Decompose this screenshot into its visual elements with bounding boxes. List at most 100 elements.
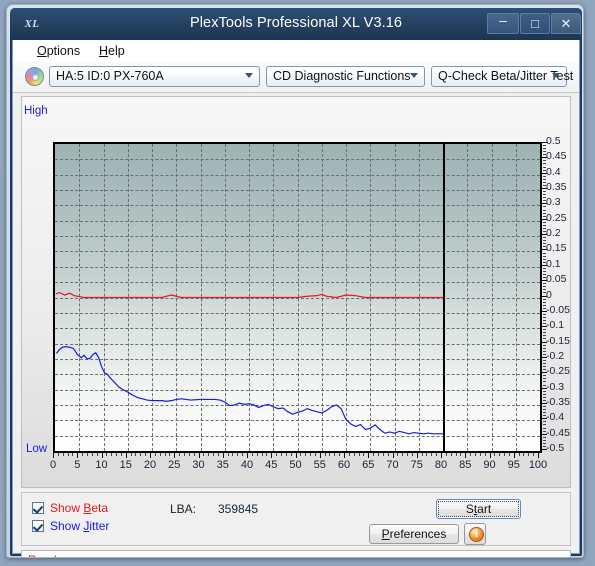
- y-tick-minor: [543, 209, 546, 211]
- minimize-button[interactable]: –: [487, 12, 519, 34]
- x-tick-minor: [373, 453, 375, 456]
- x-tick-label: 35: [216, 459, 229, 471]
- status-text: Ready: [28, 553, 63, 557]
- preferences-button[interactable]: Preferences: [369, 524, 459, 544]
- y-tick-minor: [543, 430, 546, 432]
- y-tick-label: -0.05: [546, 303, 570, 316]
- drive-select[interactable]: HA:5 ID:0 PX-760A: [49, 66, 260, 87]
- x-tick-minor: [261, 453, 263, 456]
- toolbar: HA:5 ID:0 PX-760A CD Diagnostic Function…: [13, 62, 579, 93]
- x-tick-label: 85: [459, 459, 472, 471]
- y-tick-minor: [543, 267, 546, 269]
- x-tick-minor: [203, 453, 205, 456]
- y-tick-minor: [543, 399, 546, 401]
- y-tick-minor: [543, 178, 546, 180]
- menu-item-options[interactable]: Options: [29, 43, 88, 59]
- close-button[interactable]: ✕: [551, 13, 581, 34]
- x-tick-minor: [436, 453, 438, 456]
- x-tick-minor: [237, 453, 239, 456]
- x-tick-mark: [295, 453, 297, 458]
- x-tick-mark: [174, 453, 176, 458]
- test-select[interactable]: Q-Check Beta/Jitter Test: [431, 66, 573, 87]
- x-tick-mark: [125, 453, 127, 458]
- show-jitter-checkbox[interactable]: [32, 520, 44, 532]
- x-tick-minor: [494, 453, 496, 456]
- minimize-icon: –: [499, 12, 507, 28]
- x-tick-minor: [67, 453, 69, 456]
- status-bar: Ready: [21, 550, 571, 557]
- y-tick-minor: [543, 424, 546, 426]
- x-tick-minor: [169, 453, 171, 456]
- info-button[interactable]: i: [464, 523, 486, 545]
- x-tick-minor: [305, 453, 307, 456]
- y-tick-minor: [543, 439, 546, 441]
- chart-panel: High Low 0.5 0.45 0.4 0.35 0.3 0.25 0.2 0.15 0.1…: [21, 96, 571, 488]
- y-tick-label: -0.15: [546, 334, 570, 347]
- x-tick-mark: [319, 453, 321, 458]
- maximize-button[interactable]: □: [520, 13, 550, 34]
- x-tick-minor: [213, 453, 215, 456]
- y-tick-minor: [543, 206, 546, 208]
- x-tick-minor: [426, 453, 428, 456]
- function-select[interactable]: CD Diagnostic Functions: [266, 66, 425, 87]
- y-tick-label: -0.45: [546, 426, 570, 439]
- y-tick-minor: [543, 427, 546, 429]
- chevron-down-icon: [552, 73, 560, 78]
- y-tick-minor: [543, 338, 546, 340]
- x-tick-mark: [77, 453, 79, 458]
- x-tick-minor: [470, 453, 472, 456]
- x-tick-label: 90: [483, 459, 496, 471]
- x-tick-minor: [329, 453, 331, 456]
- y-tick-minor: [543, 384, 546, 386]
- y-tick-minor: [543, 191, 546, 193]
- y-tick-minor: [543, 366, 546, 368]
- x-tick-minor: [508, 453, 510, 456]
- y-tick-minor: [543, 194, 546, 196]
- x-tick-minor: [504, 453, 506, 456]
- x-tick-minor: [460, 453, 462, 456]
- x-tick-label: 10: [95, 459, 108, 471]
- x-tick-label: 45: [265, 459, 278, 471]
- preferences-accel: P: [381, 527, 390, 541]
- y-tick-minor: [543, 215, 546, 217]
- menu-item-help[interactable]: Help: [91, 43, 133, 59]
- y-tick-minor: [543, 412, 546, 414]
- show-beta-text-pre: Show: [50, 501, 84, 515]
- close-icon: ✕: [560, 16, 572, 31]
- x-tick-mark: [271, 453, 273, 458]
- menu-bar: Options Help: [13, 40, 579, 63]
- info-icon: i: [469, 527, 484, 542]
- show-beta-text-rest: eta: [91, 501, 109, 515]
- client-area: Options Help HA:5 ID:0 PX-760A CD Diagno…: [12, 40, 580, 557]
- x-tick-mark: [344, 453, 345, 458]
- x-tick-minor: [111, 453, 113, 456]
- y-tick-minor: [543, 274, 546, 275]
- y-tick-minor: [543, 347, 546, 349]
- x-tick-label: 50: [289, 459, 302, 471]
- x-tick-minor: [217, 453, 219, 456]
- y-tick-minor: [543, 304, 546, 306]
- x-tick-minor: [348, 453, 350, 456]
- title-bar: XL PlexTools Professional XL V3.16 – □ ✕: [10, 8, 582, 40]
- y-tick-minor: [543, 148, 546, 150]
- start-button[interactable]: Start: [436, 499, 521, 519]
- y-tick-minor: [543, 160, 546, 162]
- x-tick-minor: [334, 453, 336, 456]
- y-tick-minor: [543, 231, 546, 233]
- y-tick-minor: [543, 237, 546, 239]
- x-tick-minor: [130, 453, 132, 456]
- y-tick-minor: [543, 378, 546, 380]
- x-tick-label: 80: [434, 459, 448, 471]
- x-tick-label: 65: [362, 459, 375, 471]
- x-tick-minor: [91, 453, 93, 456]
- x-tick-mark: [368, 453, 370, 458]
- x-tick-minor: [450, 453, 452, 456]
- y-tick-minor: [543, 442, 546, 444]
- y-tick-minor: [543, 261, 546, 263]
- show-beta-checkbox[interactable]: [32, 502, 44, 514]
- y-tick-minor: [543, 353, 546, 355]
- y-tick-minor: [543, 277, 546, 279]
- x-tick-minor: [120, 453, 122, 456]
- x-tick-label: 0: [49, 459, 57, 471]
- y-tick-label: 0: [546, 288, 552, 301]
